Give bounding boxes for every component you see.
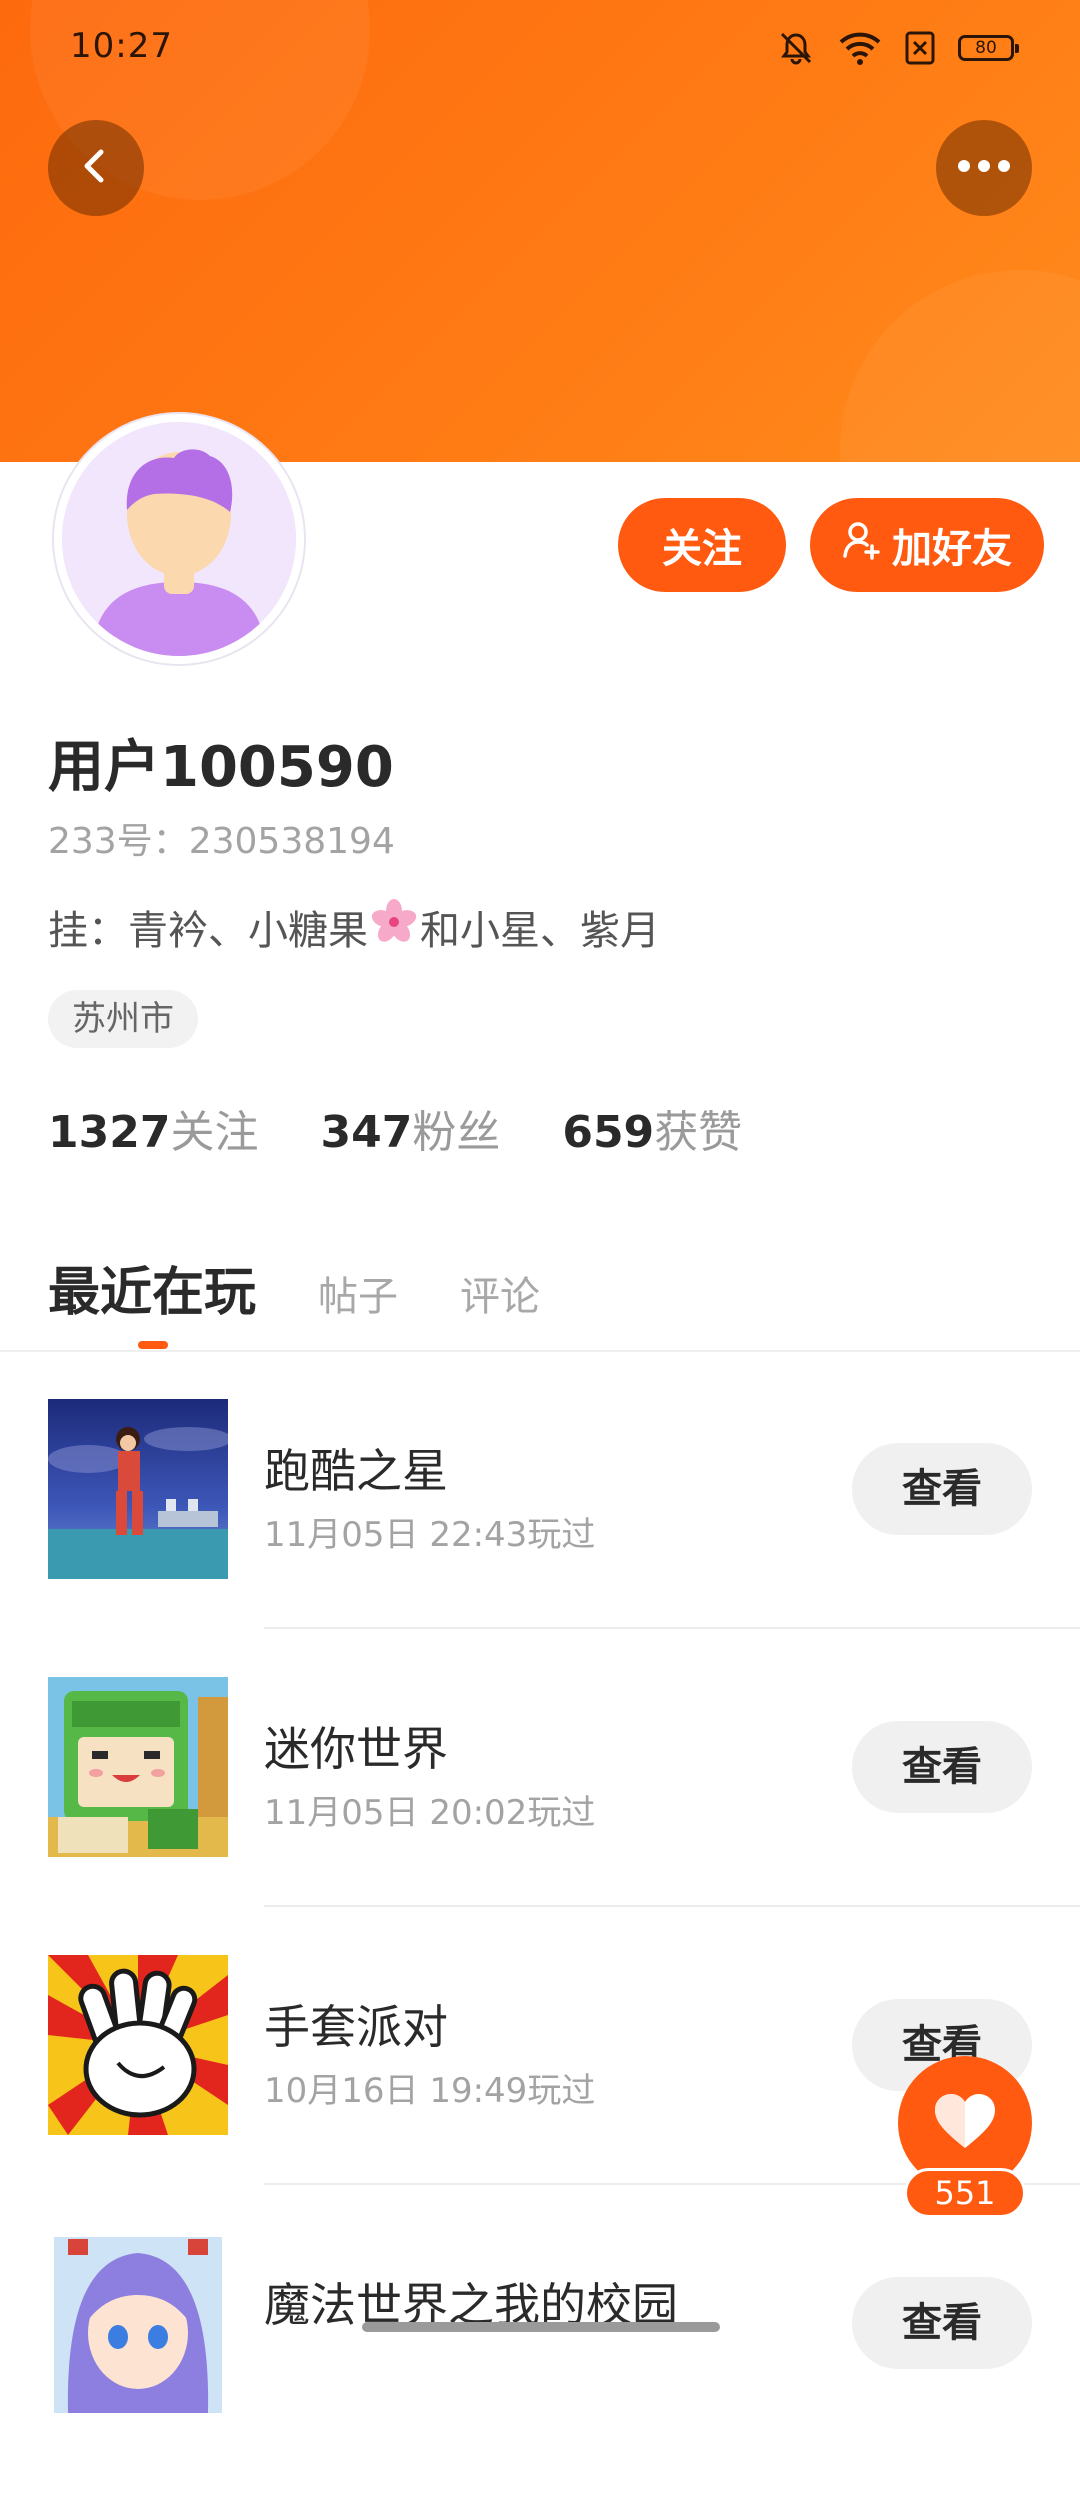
like-count-badge: 551 — [904, 2168, 1026, 2218]
row-divider — [264, 1905, 1080, 1907]
stat-following[interactable]: 1327关注 — [48, 1096, 258, 1160]
list-item[interactable]: 迷你世界 11月05日 20:02玩过 查看 — [0, 1677, 1080, 1955]
location-tag: 苏州市 — [48, 990, 198, 1048]
stat-value: 347 — [320, 1107, 413, 1158]
game-thumbnail — [48, 1399, 228, 1579]
follow-button-label: 关注 — [662, 526, 742, 572]
avatar[interactable] — [54, 414, 304, 664]
active-tab-indicator — [138, 1341, 168, 1349]
tabs-divider — [0, 1350, 1080, 1352]
follow-button[interactable]: 关注 — [618, 498, 786, 592]
user-id: 233号：230538194 — [48, 821, 395, 862]
tab-posts[interactable]: 帖子 — [318, 1264, 398, 1322]
heart-icon — [933, 2092, 997, 2154]
status-icons: 80 — [776, 28, 1019, 68]
game-title: 手套派对 — [264, 2000, 448, 2054]
game-thumbnail — [48, 1955, 228, 2135]
stat-followers[interactable]: 347粉丝 — [320, 1096, 500, 1160]
tab-recent-played[interactable]: 最近在玩 — [48, 1250, 256, 1325]
header-decoration — [840, 270, 1080, 462]
game-thumbnail — [48, 2233, 228, 2413]
stat-value: 1327 — [48, 1107, 171, 1158]
home-indicator[interactable] — [362, 2322, 720, 2332]
add-friend-button[interactable]: 加好友 — [810, 498, 1044, 592]
default-avatar-icon — [62, 422, 296, 656]
stat-label: 关注 — [170, 1107, 259, 1158]
view-button[interactable]: 查看 — [852, 2277, 1032, 2369]
list-item[interactable]: 魔法世界之我的校园 查看 — [0, 2233, 1080, 2511]
user-bio: 挂：青衿、小糖果 和小星、紫月 — [48, 898, 660, 956]
list-item[interactable]: 跑酷之星 11月05日 22:43玩过 查看 — [0, 1399, 1080, 1677]
sim-off-icon — [904, 30, 936, 66]
profile-header-banner: 10:27 80 — [0, 0, 1080, 462]
status-time: 10:27 — [70, 26, 173, 66]
tab-comments[interactable]: 评论 — [460, 1264, 540, 1322]
view-button[interactable]: 查看 — [852, 1443, 1032, 1535]
status-bar: 10:27 80 — [0, 0, 1080, 96]
bio-text: 和小星、紫月 — [420, 908, 660, 954]
chevron-left-icon — [74, 144, 118, 192]
battery-icon: 80 — [958, 35, 1019, 61]
bio-text: 挂：青衿、小糖果 — [48, 908, 368, 954]
stat-likes[interactable]: 659获赞 — [562, 1096, 742, 1160]
more-dots-icon — [954, 156, 1014, 180]
stat-value: 659 — [562, 1107, 655, 1158]
stat-label: 粉丝 — [412, 1107, 501, 1158]
game-played-time: 10月16日 19:49玩过 — [264, 2071, 596, 2111]
game-thumbnail — [48, 1677, 228, 1857]
add-user-icon — [842, 520, 882, 570]
game-title: 跑酷之星 — [264, 1444, 448, 1498]
username: 用户100590 — [48, 735, 394, 800]
game-played-time: 11月05日 20:02玩过 — [264, 1793, 596, 1833]
profile-stats: 1327关注 347粉丝 659获赞 — [48, 1096, 742, 1160]
mute-icon — [776, 28, 816, 68]
game-played-time: 11月05日 22:43玩过 — [264, 1515, 596, 1555]
profile-tabs: 最近在玩 帖子 评论 — [48, 1250, 540, 1325]
view-button[interactable]: 查看 — [852, 1721, 1032, 1813]
add-friend-label: 加好友 — [892, 526, 1012, 572]
wifi-icon — [838, 28, 882, 68]
more-button[interactable] — [936, 120, 1032, 216]
row-divider — [264, 1627, 1080, 1629]
back-button[interactable] — [48, 120, 144, 216]
game-title: 迷你世界 — [264, 1722, 448, 1776]
cherry-blossom-icon — [370, 898, 418, 956]
stat-label: 获赞 — [654, 1107, 743, 1158]
